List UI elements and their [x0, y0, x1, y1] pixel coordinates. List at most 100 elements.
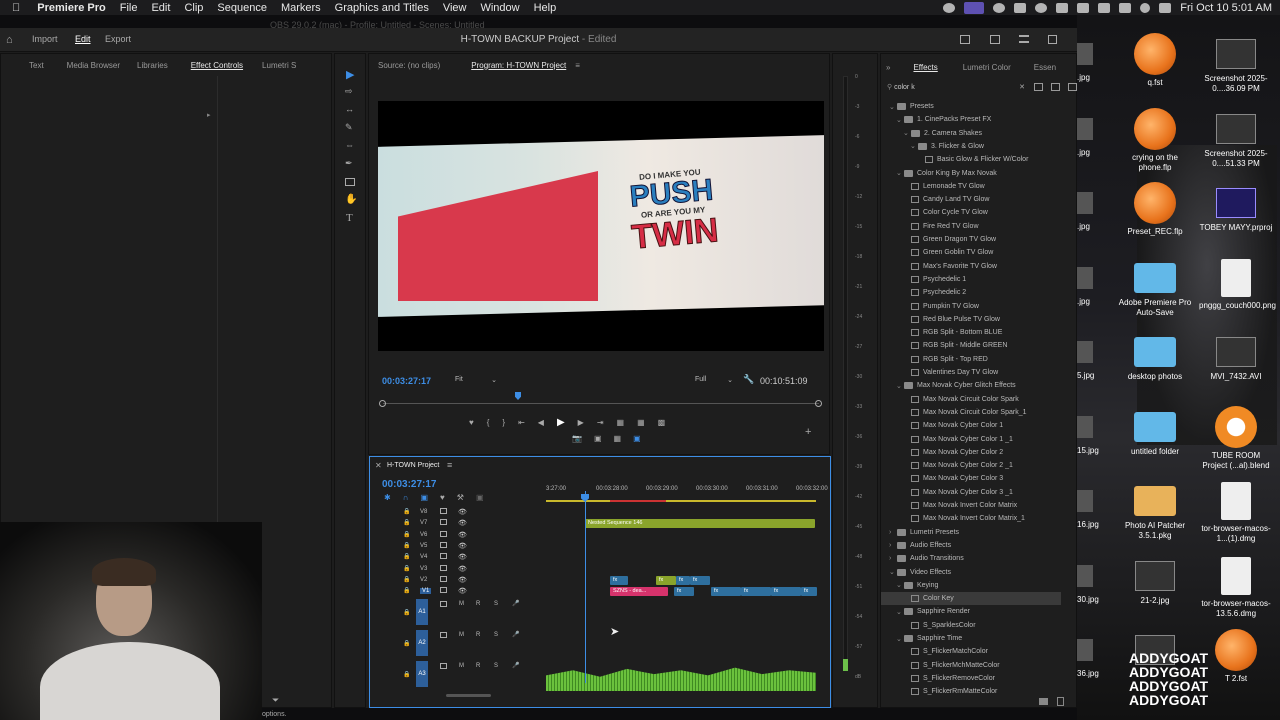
play-button-icon[interactable]: ▶	[557, 417, 565, 428]
eye-icon[interactable]: 👁	[458, 587, 467, 595]
grid-icon[interactable]: ▦	[614, 434, 622, 443]
eye-icon[interactable]: 👁	[458, 519, 467, 527]
desktop-icon[interactable]: TUBE ROOM Project (...al).blend	[1199, 405, 1273, 471]
program-timecode[interactable]: 00:03:27:17	[382, 376, 431, 386]
menu-window[interactable]: Window	[473, 2, 526, 14]
effects-tree-item[interactable]: Psychedelic 2	[881, 286, 966, 299]
effects-tree-item[interactable]: Max Novak Circuit Color Spark_1	[881, 406, 1026, 419]
caption-icon[interactable]: ▣	[476, 493, 484, 502]
step-back-icon[interactable]: ◀	[538, 418, 544, 427]
video-track-v6[interactable]: 🔒 V6 👁	[370, 530, 830, 541]
fx-clip[interactable]: fx	[676, 575, 690, 585]
insert-icon[interactable]: ▣	[420, 493, 428, 502]
effects-tree-item[interactable]: › Audio Transitions	[881, 552, 964, 565]
tab-source[interactable]: Source: (no clips)	[369, 61, 449, 70]
effects-tree-item[interactable]: ⌄ Keying	[881, 579, 938, 592]
app-menu[interactable]: Premiere Pro	[30, 2, 112, 14]
go-to-out-icon[interactable]: ⇥	[597, 418, 604, 427]
effects-tree-item[interactable]: Max's Favorite TV Glow	[881, 260, 997, 273]
desktop-thumbnail[interactable]	[1077, 43, 1093, 65]
fx-clip[interactable]: fx	[610, 575, 628, 585]
disclosure-icon[interactable]: ›	[889, 529, 897, 536]
disclosure-icon[interactable]: ⌄	[903, 129, 911, 137]
desktop-file-label[interactable]: .jpg	[1077, 222, 1090, 231]
effects-tree-item[interactable]: Color Cycle TV Glow	[881, 206, 988, 219]
effects-search[interactable]: ⚲ color k ✕	[887, 83, 1025, 94]
effects-tree-item[interactable]: › Lumetri Presets	[881, 526, 959, 539]
desktop-file-label[interactable]: .jpg	[1077, 73, 1090, 82]
desktop-thumbnail[interactable]	[1077, 341, 1093, 363]
desktop-file-label[interactable]: .jpg	[1077, 148, 1090, 157]
desktop-icon[interactable]: pnggg_couch000.png	[1199, 257, 1276, 311]
sync-lock-icon[interactable]	[440, 553, 447, 560]
lock-icon[interactable]: 🔒	[403, 553, 410, 560]
menu-clip[interactable]: Clip	[177, 2, 210, 14]
vr-icon[interactable]: ▣	[633, 434, 641, 443]
go-to-in-icon[interactable]: ⇤	[518, 418, 525, 427]
fx-clip[interactable]: fx	[741, 587, 771, 597]
search-input[interactable]: color k	[894, 84, 915, 91]
sync-lock-icon[interactable]	[440, 575, 447, 582]
desktop-file-label[interactable]: 30.jpg	[1077, 595, 1099, 604]
disclosure-icon[interactable]: ⌄	[896, 382, 904, 390]
lock-icon[interactable]: 🔒	[403, 587, 410, 594]
mute-button[interactable]: M	[459, 601, 464, 607]
video-track-v5[interactable]: 🔒 V5 👁	[370, 541, 830, 552]
effects-tree-item[interactable]: Color Key	[881, 592, 1061, 606]
safe-margins-icon[interactable]: ▣	[594, 434, 602, 443]
fx-clip[interactable]: fx	[674, 587, 694, 597]
disclosure-icon[interactable]: ›	[889, 555, 897, 562]
rectangle-tool-icon[interactable]	[345, 178, 355, 186]
effects-tree-item[interactable]: ⌄ Max Novak Cyber Glitch Effects	[881, 379, 1016, 392]
fx-clip[interactable]: fx	[771, 587, 801, 597]
desktop-file-label[interactable]: 16.jpg	[1077, 520, 1099, 529]
audio-track-a1[interactable]: 🔒 A1 M R S 🎤	[370, 599, 830, 627]
add-marker-icon[interactable]: ♥	[469, 418, 474, 427]
video-track-v2[interactable]: 🔒 V2 👁	[370, 575, 830, 586]
desktop-file-label[interactable]: .jpg	[1077, 297, 1090, 306]
timeline-playhead[interactable]	[585, 491, 586, 683]
linked-selection-icon[interactable]: ∩	[403, 493, 409, 502]
video-track-v3[interactable]: 🔒 V3 👁	[370, 564, 830, 575]
solo-button[interactable]: S	[494, 663, 498, 669]
solo-button[interactable]: S	[494, 632, 498, 638]
disclosure-icon[interactable]: ⌄	[896, 635, 904, 643]
desktop-thumbnail[interactable]	[1077, 415, 1093, 438]
screen-record-icon[interactable]	[964, 1, 985, 14]
sync-lock-icon[interactable]	[440, 508, 447, 514]
play-icon[interactable]	[1098, 2, 1111, 13]
type-tool-icon[interactable]: T	[346, 212, 353, 224]
effects-tree-item[interactable]: Max Novak Cyber Color 2 _1	[881, 459, 1013, 472]
record-button[interactable]: R	[476, 663, 480, 669]
tab-lumetri-color[interactable]: Lumetri Color	[947, 63, 1020, 72]
szns-clip[interactable]: SZNS - dea...	[610, 587, 668, 597]
tab-effect-controls[interactable]: Effect Controls	[177, 61, 252, 70]
effects-tree-item[interactable]: ⌄ Video Effects	[881, 566, 951, 579]
effects-tree-item[interactable]: Red Blue Pulse TV Glow	[881, 313, 1000, 326]
add-marker-icon[interactable]: ♥	[440, 493, 445, 502]
effects-tree-item[interactable]: › Audio Effects	[881, 539, 951, 552]
tab-lumetri-scopes[interactable]: Lumetri S	[252, 61, 305, 70]
obs-icon[interactable]	[943, 2, 956, 13]
menu-edit[interactable]: Edit	[144, 2, 177, 14]
sync-lock-icon[interactable]	[440, 587, 447, 594]
clock[interactable]: Fri Oct 10 5:01 AM	[1180, 2, 1272, 14]
disclosure-icon[interactable]: ⌄	[896, 116, 904, 124]
desktop-file-label[interactable]: 5.jpg	[1077, 371, 1094, 380]
effects-tree-item[interactable]: ⌄ Sapphire Render	[881, 605, 970, 618]
desktop-thumbnail[interactable]	[1077, 117, 1093, 140]
effects-tree-item[interactable]: Pumpkin TV Glow	[881, 300, 979, 313]
video-track-v4[interactable]: 🔒 V4 👁	[370, 552, 830, 563]
effects-tree-item[interactable]: Green Dragon TV Glow	[881, 233, 996, 246]
mark-in-icon[interactable]: {	[487, 418, 490, 427]
add-button-icon[interactable]: +	[805, 426, 811, 438]
lock-icon[interactable]: 🔒	[403, 640, 410, 647]
eye-icon[interactable]: 👁	[458, 565, 467, 573]
lock-icon[interactable]: 🔒	[403, 576, 410, 583]
workspace-icon[interactable]	[960, 35, 970, 44]
menu-graphics[interactable]: Graphics and Titles	[328, 2, 436, 14]
disclosure-icon[interactable]: ⌄	[889, 103, 897, 111]
desktop-icon[interactable]: 21-2.jpg	[1118, 555, 1192, 606]
lock-icon[interactable]: 🔒	[403, 519, 410, 526]
fx-clip[interactable]: fx	[656, 575, 676, 585]
